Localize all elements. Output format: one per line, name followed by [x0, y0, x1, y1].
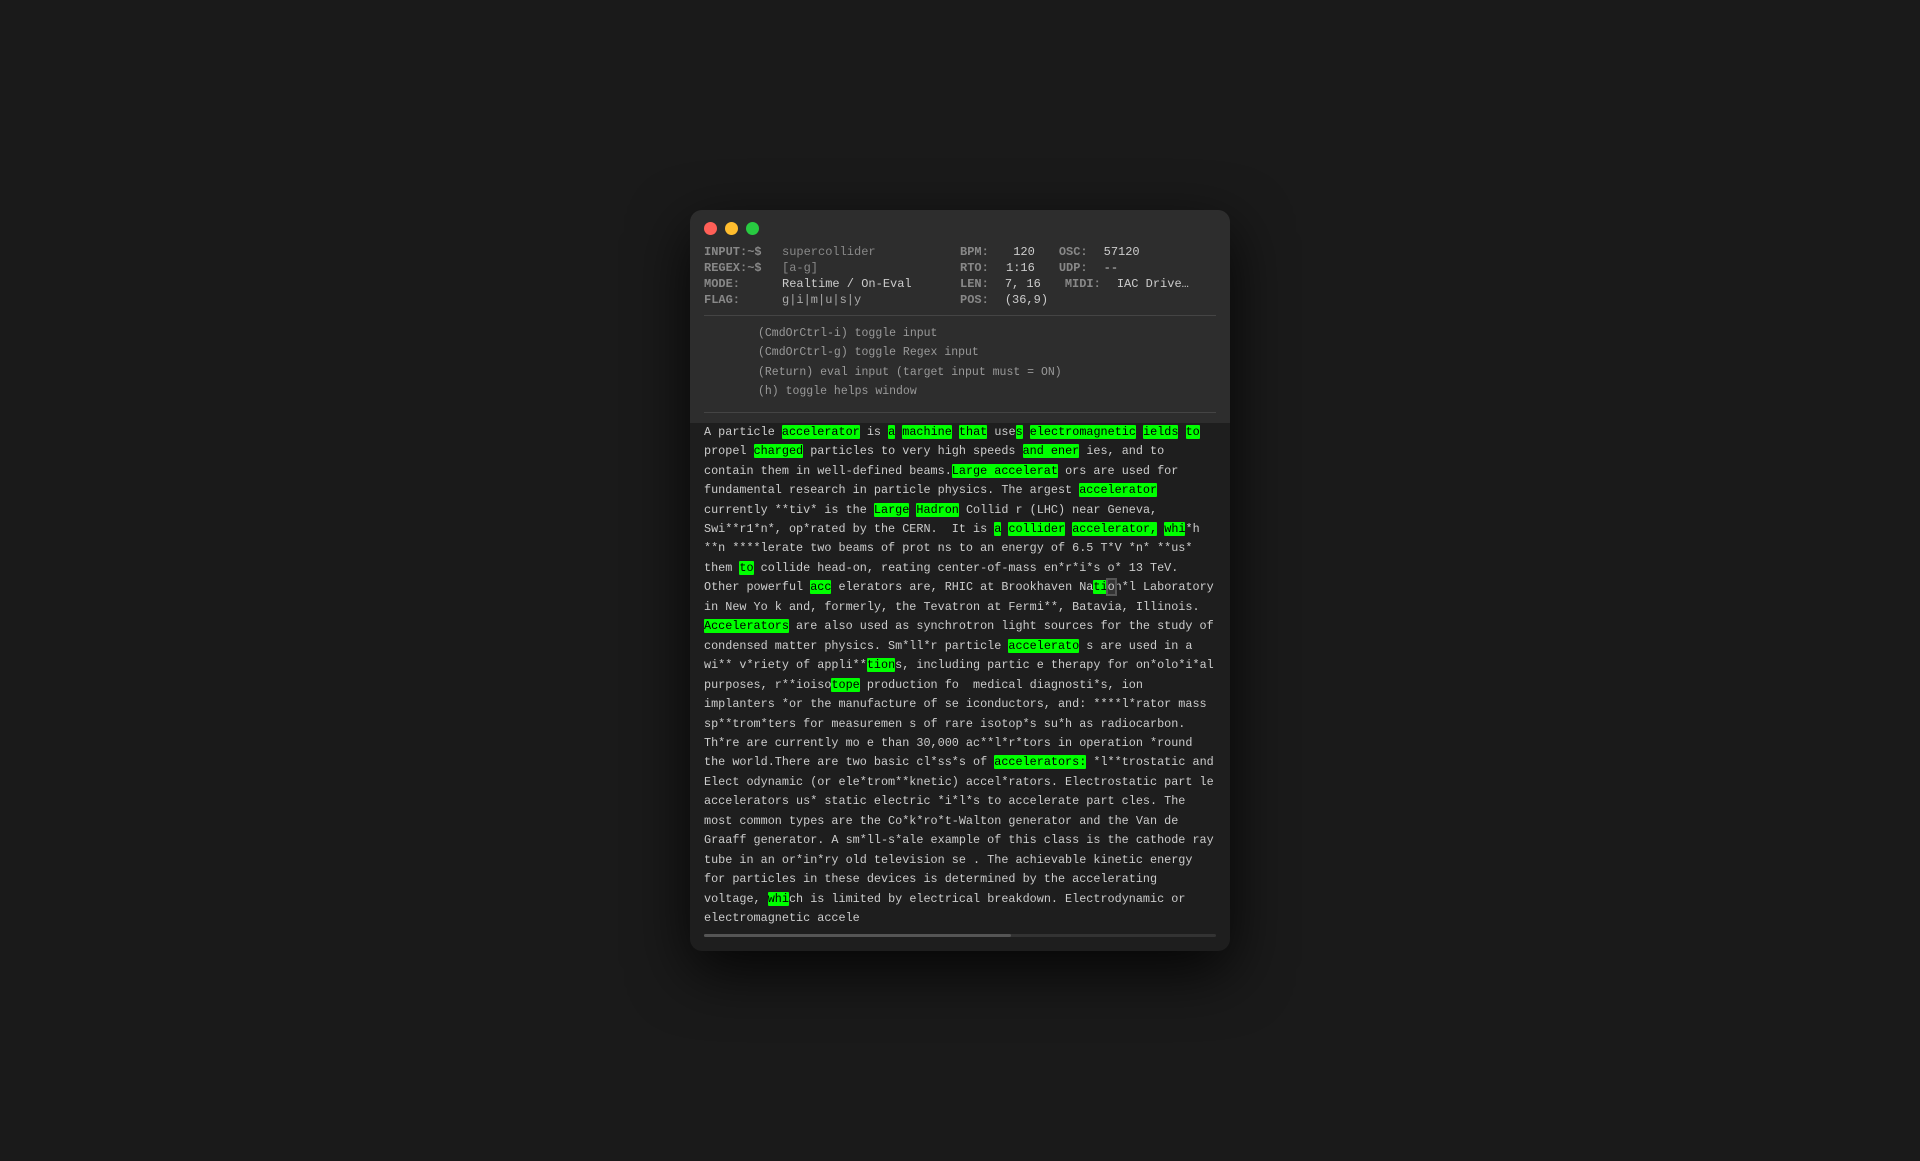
udp-label: UDP:	[1059, 261, 1088, 275]
divider-2	[704, 412, 1216, 413]
midi-value: IAC Drive…	[1117, 277, 1189, 291]
osc-label: OSC:	[1059, 245, 1088, 259]
regex-label: REGEX:~$	[704, 261, 782, 275]
mode-label: MODE:	[704, 277, 782, 291]
midi-label: MIDI:	[1065, 277, 1101, 291]
len-label: LEN:	[960, 277, 989, 291]
help-line-1: (CmdOrCtrl-i) toggle input	[718, 324, 1202, 344]
minimize-button[interactable]	[725, 222, 738, 235]
regex-value: [a-g]	[782, 261, 818, 275]
bpm-value: 120	[1005, 245, 1035, 259]
input-row: INPUT:~$ supercollider	[704, 245, 960, 259]
regex-row: REGEX:~$ [a-g]	[704, 261, 960, 275]
close-button[interactable]	[704, 222, 717, 235]
bpm-label: BPM:	[960, 245, 989, 259]
mode-value: Realtime / On-Eval	[782, 277, 912, 291]
pos-row: POS: (36,9)	[960, 293, 1216, 307]
udp-value: --	[1104, 261, 1118, 275]
len-value: 7, 16	[1005, 277, 1041, 291]
mode-row: MODE: Realtime / On-Eval	[704, 277, 960, 291]
osc-value: 57120	[1104, 245, 1140, 259]
pos-value: (36,9)	[1005, 293, 1048, 307]
flag-row: FLAG: g|i|m|u|s|y	[704, 293, 960, 307]
fullscreen-button[interactable]	[746, 222, 759, 235]
scrollbar-thumb[interactable]	[704, 934, 1011, 937]
help-line-2: (CmdOrCtrl-g) toggle Regex input	[718, 343, 1202, 363]
divider-1	[704, 315, 1216, 316]
terminal-window: INPUT:~$ supercollider BPM: 120 OSC: 571…	[690, 210, 1230, 952]
rto-value: 1:16	[1005, 261, 1035, 275]
bpm-osc-row: BPM: 120 OSC: 57120	[960, 245, 1216, 259]
content-area[interactable]: A particle accelerator is a machine that…	[690, 423, 1230, 952]
rto-udp-row: RTO: 1:16 UDP: --	[960, 261, 1216, 275]
text-body: A particle accelerator is a machine that…	[704, 423, 1216, 929]
help-line-3: (Return) eval input (target input must =…	[718, 363, 1202, 383]
rto-label: RTO:	[960, 261, 989, 275]
traffic-lights	[704, 222, 1216, 235]
help-block: (CmdOrCtrl-i) toggle input (CmdOrCtrl-g)…	[704, 320, 1216, 408]
titlebar: INPUT:~$ supercollider BPM: 120 OSC: 571…	[690, 210, 1230, 423]
flag-value: g|i|m|u|s|y	[782, 293, 861, 307]
input-label: INPUT:~$	[704, 245, 782, 259]
flag-label: FLAG:	[704, 293, 782, 307]
scrollbar[interactable]	[704, 934, 1216, 937]
input-value: supercollider	[782, 245, 876, 259]
len-midi-row: LEN: 7, 16 MIDI: IAC Drive…	[960, 277, 1216, 291]
help-line-4: (h) toggle helps window	[718, 382, 1202, 402]
pos-label: POS:	[960, 293, 989, 307]
